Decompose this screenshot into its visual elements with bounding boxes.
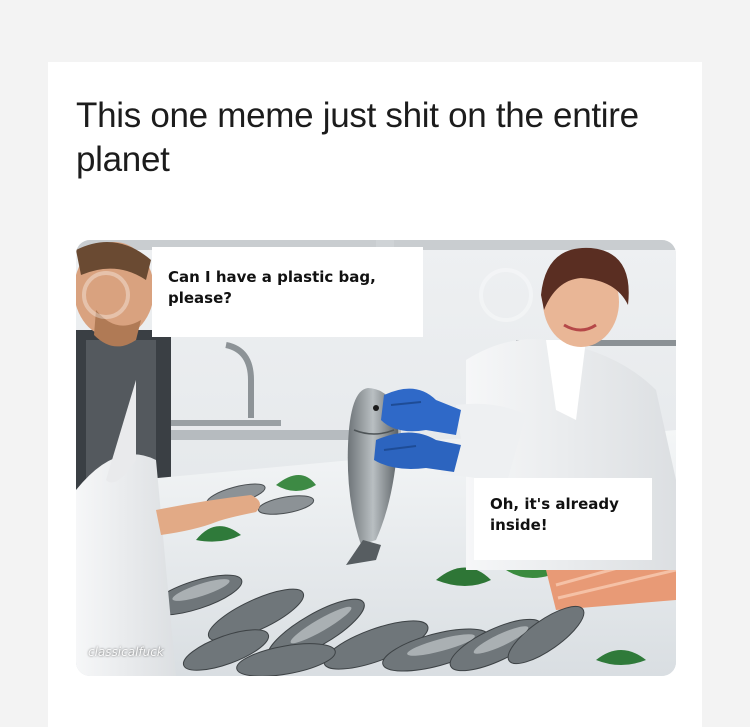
vendor-caption-line-1: Oh, it's already [490,495,619,513]
customer-speech-bubble: Can I have a plastic bag, please? [152,247,423,337]
post-caption-line-2: planet [76,140,170,179]
meme-image: Can I have a plastic bag, please? Oh, it… [76,240,676,676]
post-caption: This one meme just shit on the entire pl… [76,94,686,182]
meme-watermark: classicalfuck [88,645,164,659]
page: This one meme just shit on the entire pl… [0,0,750,727]
post-card: This one meme just shit on the entire pl… [48,62,702,727]
post-caption-line-1: This one meme just shit on the entire [76,96,639,135]
vendor-speech-bubble: Oh, it's already inside! [474,478,652,560]
vendor-caption-line-2: inside! [490,516,548,534]
customer-caption-line-1: Can I have a plastic bag, [168,268,376,286]
customer-caption-line-2: please? [168,289,232,307]
